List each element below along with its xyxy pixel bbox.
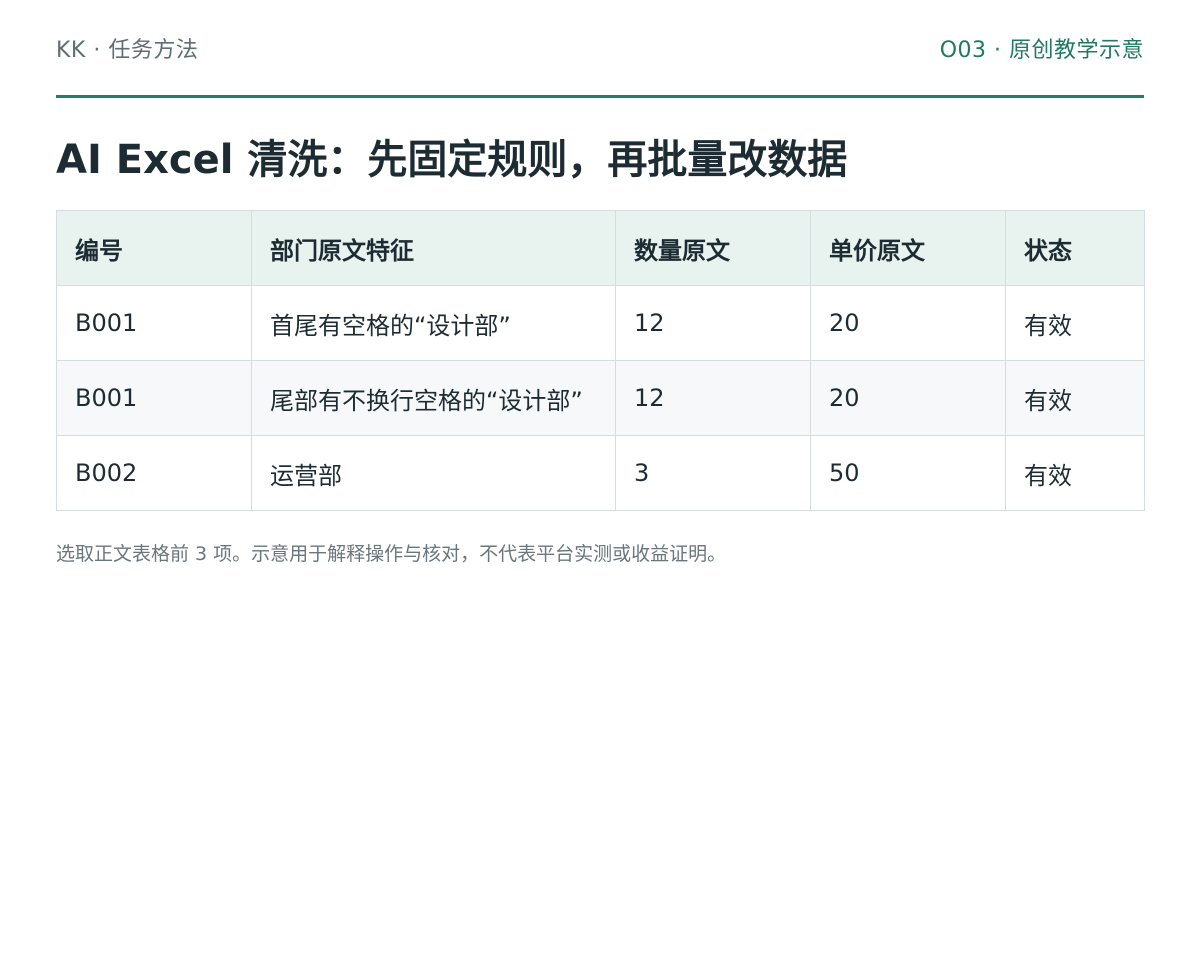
column-header-dept: 部门原文特征 [251, 210, 616, 286]
column-header-qty: 数量原文 [615, 210, 811, 286]
column-header-id: 编号 [56, 210, 252, 286]
column-header-status: 状态 [1005, 210, 1145, 286]
cell-price: 20 [810, 360, 1006, 436]
brand-label: KK · 任务方法 [56, 37, 199, 63]
cell-dept: 首尾有空格的“设计部” [251, 285, 616, 361]
cell-price: 50 [810, 435, 1006, 511]
cell-id: B001 [56, 360, 252, 436]
page-title: AI Excel 清洗：先固定规则，再批量改数据 [56, 137, 848, 183]
cell-id: B002 [56, 435, 252, 511]
top-bar: KK · 任务方法 O03 · 原创教学示意 [56, 0, 1144, 98]
cell-dept: 尾部有不换行空格的“设计部” [251, 360, 616, 436]
cell-qty: 12 [615, 360, 811, 436]
cell-dept: 运营部 [251, 435, 616, 511]
cell-status: 有效 [1005, 360, 1145, 436]
data-table: 编号 部门原文特征 数量原文 单价原文 状态 B001 首尾有空格的“设计部” … [56, 210, 1145, 511]
section-tag: O03 · 原创教学示意 [939, 37, 1144, 63]
column-header-price: 单价原文 [810, 210, 1006, 286]
table-row: B001 首尾有空格的“设计部” 12 20 有效 [56, 285, 1145, 361]
footnote: 选取正文表格前 3 项。示意用于解释操作与核对，不代表平台实测或收益证明。 [56, 543, 727, 565]
cell-status: 有效 [1005, 435, 1145, 511]
table-row: B002 运营部 3 50 有效 [56, 435, 1145, 511]
cell-id: B001 [56, 285, 252, 361]
table-row: B001 尾部有不换行空格的“设计部” 12 20 有效 [56, 360, 1145, 436]
cell-qty: 12 [615, 285, 811, 361]
table-header-row: 编号 部门原文特征 数量原文 单价原文 状态 [56, 210, 1145, 286]
page: KK · 任务方法 O03 · 原创教学示意 AI Excel 清洗：先固定规则… [0, 0, 1200, 960]
cell-qty: 3 [615, 435, 811, 511]
cell-status: 有效 [1005, 285, 1145, 361]
cell-price: 20 [810, 285, 1006, 361]
